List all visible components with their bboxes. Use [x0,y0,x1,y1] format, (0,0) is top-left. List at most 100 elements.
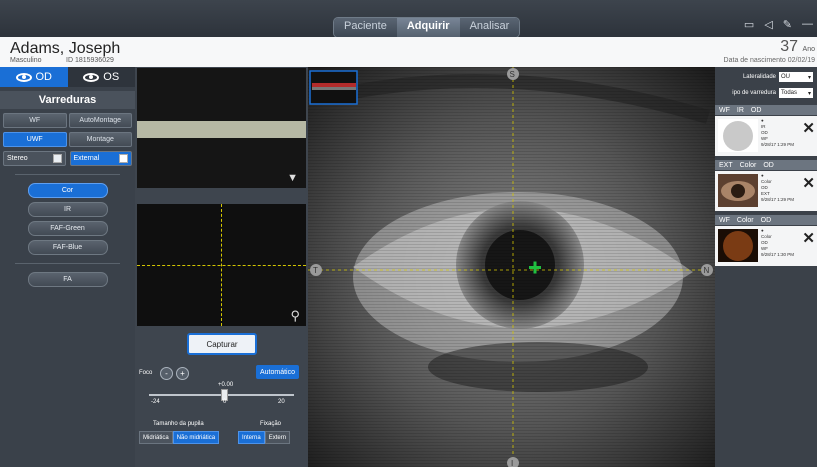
stereo-checkbox[interactable] [52,154,62,163]
focus-value: +0.00 [218,382,234,388]
close-icon[interactable]: ✕ [802,229,815,247]
mode-faf-blue-button[interactable]: FAF-Blue [27,240,108,255]
marker-i: I [511,459,513,467]
top-bar: Paciente Adquirir Analisar ▭ ◁ ✎ — [0,0,817,38]
wf-button[interactable]: WF [3,113,67,128]
image-thumbnail [718,119,758,152]
age-value: 37 [780,38,799,55]
interna-option[interactable]: Interna [238,431,265,444]
scan-band [137,121,306,138]
minimize-icon[interactable]: — [802,18,813,31]
image-thumbnail [718,174,758,207]
automontage-button[interactable]: AutoMontage [68,113,132,128]
capture-button[interactable]: Capturar [187,333,257,355]
focus-label: Foco [139,370,153,376]
bulb-icon[interactable]: ▼ [287,172,298,184]
fixation-selector: Interna Extern [238,431,291,444]
midriatica-option[interactable]: Midriática [139,431,173,444]
image-info: ● Color OD WF 9/28/17 1:30 PM [761,228,794,258]
scan-controls-panel: OD OS Varreduras WF AutoMontage UWF Mont… [0,67,135,467]
patient-age: 37 Ano [780,38,815,56]
image-group: EXT Color OD ● Color OD EXT 9/28/17 1:29… [715,160,817,211]
group-tag: OD [750,106,762,114]
divider [15,174,120,175]
focus-minus-button[interactable]: - [160,367,173,380]
scan-type-select[interactable]: Todas ▾ [779,88,813,98]
close-icon[interactable]: ✕ [802,119,815,137]
divider [15,263,120,264]
image-group: WF Color OD ● Color OD WF 9/28/17 1:30 P… [715,215,817,266]
focus-plus-button[interactable]: + [176,367,189,380]
image-thumbnail [718,229,758,262]
nao-midriatica-option[interactable]: Não midriática [172,431,220,444]
display-icon[interactable]: ▭ [744,18,754,31]
scan-type-row: ipo de varredura Todas ▾ [715,85,817,101]
image-card[interactable]: ● IR OD WF 9/28/17 1:29 PM ✕ [715,116,817,156]
info-line: 9/28/17 1:29 PM [761,197,795,202]
scan-row-2: UWF Montage [0,132,135,147]
main-nav-tabs: Paciente Adquirir Analisar [333,17,521,38]
fixation-label: Fixação [260,421,282,427]
mode-faf-green-button[interactable]: FAF-Green [27,221,108,236]
group-tag: Color [739,161,757,169]
person-icon[interactable]: ⚲ [290,308,300,324]
eye-icon [15,72,32,82]
tab-od[interactable]: OD [0,67,68,87]
scans-title: Varreduras [0,91,135,109]
mode-cor-button[interactable]: Cor [27,183,108,198]
capture-panel: ▼ ⚲ Capturar Foco - + Automático +0.00 -… [135,67,308,467]
group-tag: WF [719,216,730,224]
external-label: External [73,155,100,162]
live-eye-view[interactable]: S T N I [308,67,715,467]
group-header: WF Color OD [715,215,817,225]
pupil-selector: Midriática Não midriática [139,431,220,444]
marker-t: T [313,266,318,275]
image-card[interactable]: ● Color OD WF 9/28/17 1:30 PM ✕ [715,226,817,266]
group-tag: IR [736,106,744,114]
marker-s: S [510,70,515,79]
volume-icon[interactable]: ◁ [764,18,772,31]
laterality-label: Lateralidade [742,74,776,80]
window-controls: ▭ ◁ ✎ — [744,18,813,31]
mode-fa-button[interactable]: FA [27,272,108,287]
scan-type-value: Todas [781,90,798,96]
externa-option[interactable]: Extern [264,431,291,444]
patient-id: ID 1815936029 [66,57,114,64]
wrench-icon[interactable]: ✎ [783,18,792,31]
image-info: ● IR OD WF 9/28/17 1:29 PM [761,118,794,148]
stereo-toggle[interactable]: Stereo [3,151,66,166]
tab-adquirir[interactable]: Adquirir [396,18,460,37]
pupil-label: Tamanho da pupila [153,421,204,427]
tab-os[interactable]: OS [67,67,135,87]
laterality-select[interactable]: OU ▾ [779,72,813,82]
group-tag: OD [763,161,774,169]
focus-mid: 0 [223,399,227,405]
crosshair-horizontal [137,265,306,266]
od-label: OD [35,71,53,83]
auto-focus-button[interactable]: Automático [256,365,299,379]
chevron-down-icon: ▾ [807,90,811,97]
group-header: WF IR OD [715,105,817,115]
tab-paciente[interactable]: Paciente [334,18,397,37]
stereo-label: Stereo [7,155,28,162]
patient-header: Adams, Joseph Masculino ID 1815936029 37… [0,37,817,67]
info-line: 9/28/17 1:29 PM [761,142,795,147]
montage-button[interactable]: Montage [68,132,132,147]
image-info: ● Color OD EXT 9/28/17 1:29 PM [761,173,794,203]
focus-max: 20 [278,399,285,405]
external-toggle[interactable]: External [69,151,132,166]
patient-name: Adams, Joseph [10,40,121,57]
close-icon[interactable]: ✕ [802,174,815,192]
external-checkbox[interactable] [119,154,128,163]
image-group: WF IR OD ● IR OD WF 9/28/17 1:29 PM ✕ [715,105,817,156]
scan-row-1: WF AutoMontage [0,113,135,128]
tab-analisar[interactable]: Analisar [459,18,520,37]
uwf-button[interactable]: UWF [3,132,67,147]
alignment-preview: ⚲ [137,204,306,326]
image-card[interactable]: ● Color OD EXT 9/28/17 1:29 PM ✕ [715,171,817,211]
group-tag: Color [736,216,754,224]
mode-ir-button[interactable]: IR [27,202,108,217]
eye-image: S T N I [308,67,715,467]
patient-dob: Data de nascimento 02/02/19 [723,57,815,64]
group-tag: EXT [719,161,733,169]
